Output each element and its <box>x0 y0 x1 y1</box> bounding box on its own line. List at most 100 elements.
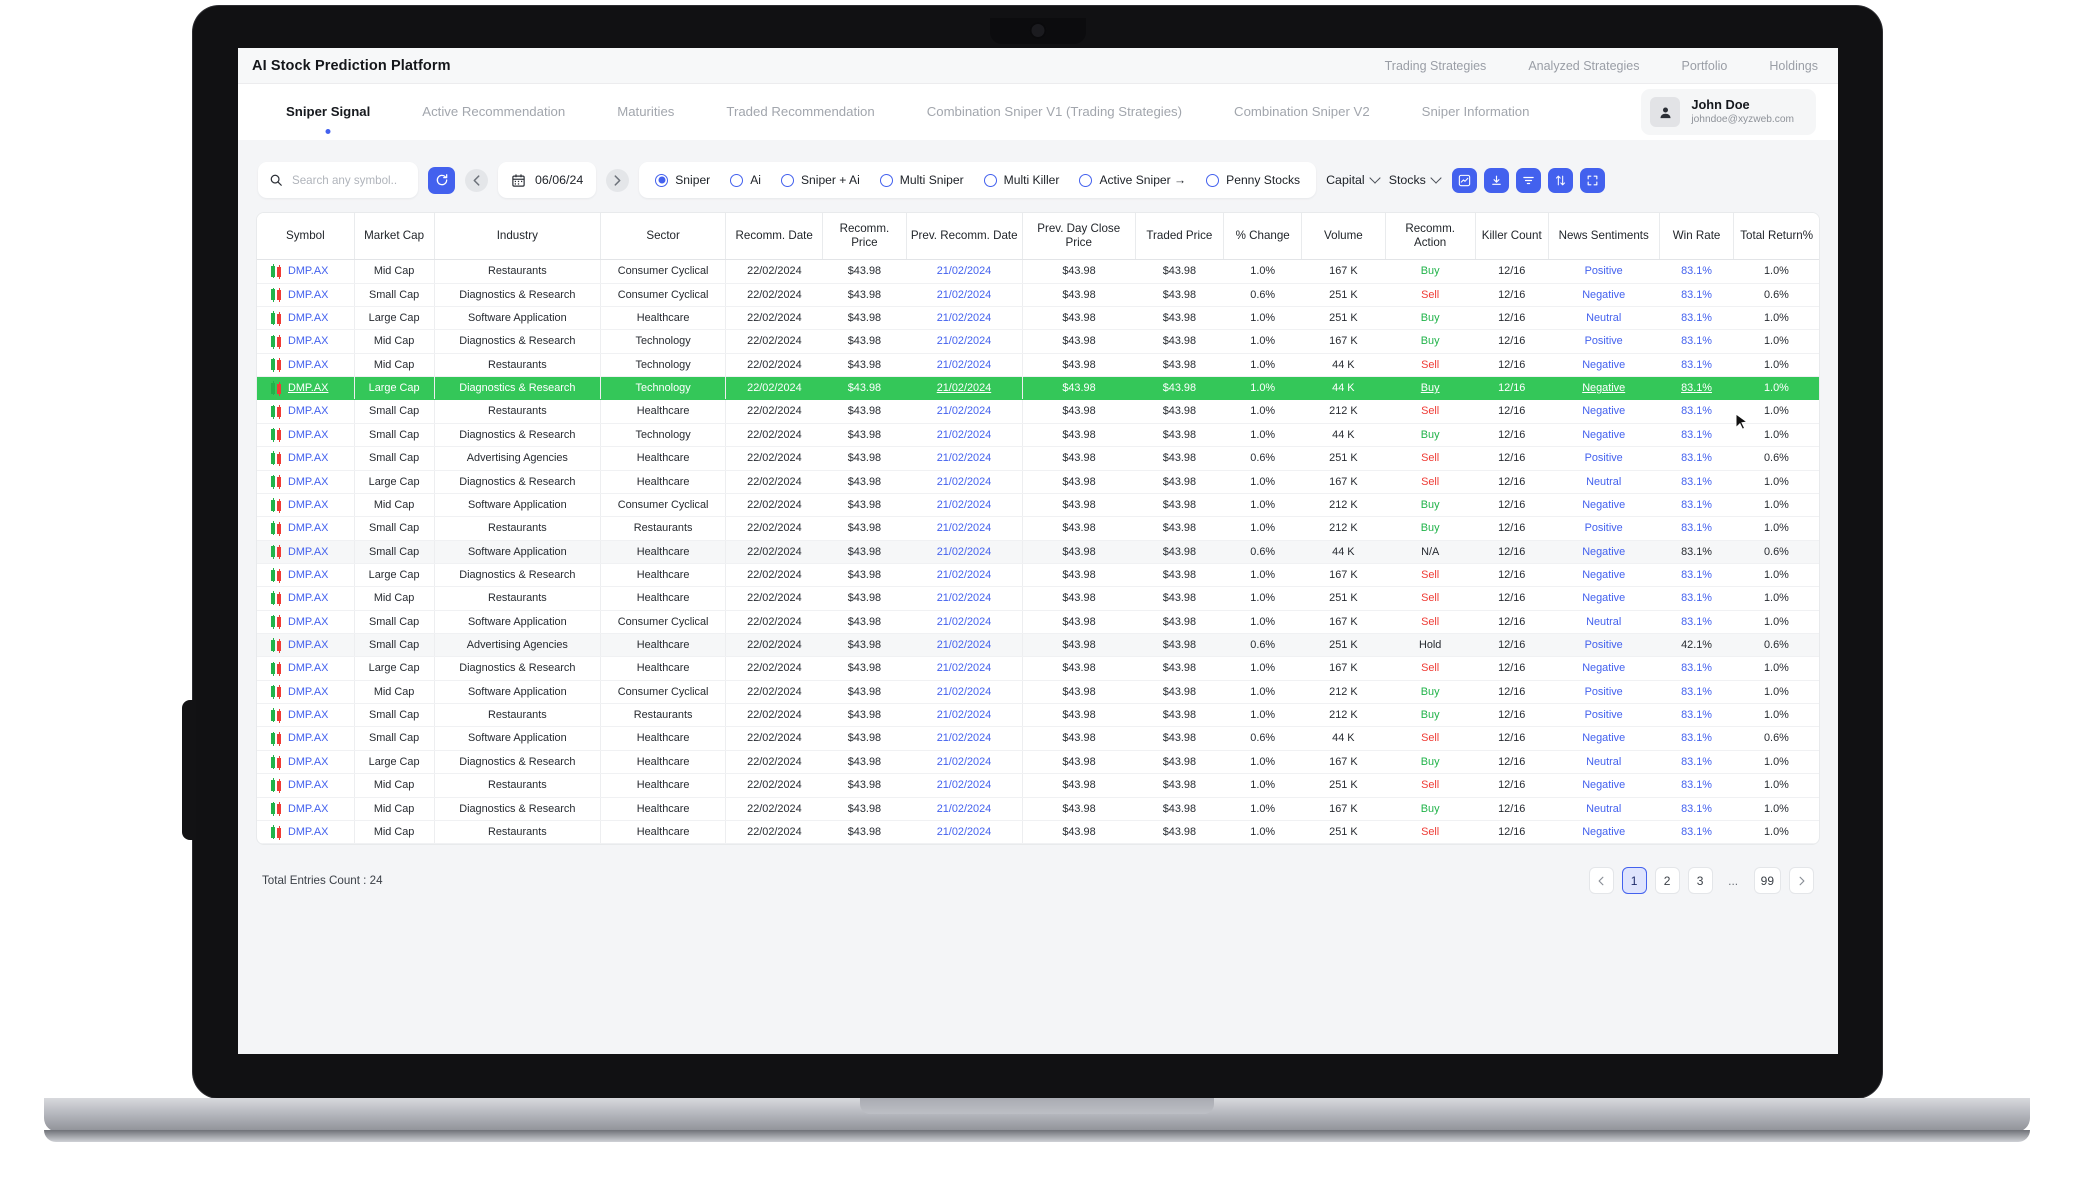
table-row[interactable]: DMP.AX Small Cap Software Application Healt… <box>257 540 1819 564</box>
pagination-next-button[interactable] <box>1789 867 1814 895</box>
chart-button[interactable] <box>1451 167 1477 193</box>
symbol-link[interactable]: DMP.AX <box>288 707 328 723</box>
filter-button[interactable] <box>1515 167 1541 193</box>
cell-symbol[interactable]: DMP.AX <box>257 797 355 821</box>
cell-prev-recomm-date[interactable]: 21/02/2024 <box>906 493 1023 518</box>
cell-symbol[interactable]: DMP.AX <box>257 329 355 354</box>
cell-news-sentiments[interactable]: Positive <box>1548 259 1660 284</box>
tab-combination-sniper-v2[interactable]: Combination Sniper V2 <box>1234 104 1370 121</box>
cell-symbol[interactable]: DMP.AX <box>257 820 355 845</box>
cell-prev-recomm-date[interactable]: 21/02/2024 <box>906 750 1023 775</box>
cell-symbol[interactable]: DMP.AX <box>257 773 355 798</box>
symbol-link[interactable]: DMP.AX <box>288 590 328 606</box>
table-row[interactable]: DMP.AX Small Cap Restaurants Healthcare 22/0… <box>257 399 1819 424</box>
column-header-total-return[interactable]: Total Return% <box>1733 213 1819 261</box>
table-row[interactable]: DMP.AX Small Cap Advertising Agencies Healt… <box>257 446 1819 471</box>
cell-news-sentiments[interactable]: Neutral <box>1548 306 1660 331</box>
column-header-traded-price[interactable]: Traded Price <box>1135 213 1225 261</box>
cell-prev-recomm-date[interactable]: 21/02/2024 <box>906 703 1023 728</box>
radio-option-active-sniper[interactable]: Active Sniper → <box>1079 173 1186 187</box>
pagination-prev-button[interactable] <box>1588 867 1614 895</box>
cell-prev-recomm-date[interactable]: 21/02/2024 <box>906 610 1023 635</box>
download-button[interactable] <box>1483 167 1509 193</box>
symbol-link[interactable]: DMP.AX <box>288 357 328 373</box>
stocks-dropdown[interactable]: Stocks <box>1389 172 1442 187</box>
column-header-percent-change[interactable]: % Change <box>1223 213 1303 261</box>
symbol-link[interactable]: DMP.AX <box>288 614 328 630</box>
radio-option-sniper[interactable]: Sniper <box>655 173 710 187</box>
pagination-page-3[interactable]: 3 <box>1687 867 1713 895</box>
radio-option-multi-killer[interactable]: Multi Killer <box>983 173 1059 187</box>
table-row[interactable]: DMP.AX Mid Cap Diagnostics & Research Healt… <box>257 797 1819 821</box>
cell-news-sentiments[interactable]: Neutral <box>1548 750 1660 775</box>
column-header-symbol[interactable]: Symbol <box>257 213 355 261</box>
cell-symbol[interactable]: DMP.AX <box>257 446 355 471</box>
cell-prev-recomm-date[interactable]: 21/02/2024 <box>906 680 1023 705</box>
pagination-page-1[interactable]: 1 <box>1621 867 1647 895</box>
table-row[interactable]: DMP.AX Mid Cap Restaurants Healthcare 22/02/… <box>257 820 1819 845</box>
column-header-win-rate[interactable]: Win Rate <box>1659 213 1735 261</box>
next-date-button[interactable] <box>606 168 630 192</box>
cell-symbol[interactable]: DMP.AX <box>257 259 355 284</box>
cell-symbol[interactable]: DMP.AX <box>257 399 355 424</box>
header-link-portfolio[interactable]: Portfolio <box>1682 59 1728 73</box>
cell-news-sentiments[interactable]: Positive <box>1548 446 1660 471</box>
sort-button[interactable] <box>1547 167 1573 193</box>
table-row[interactable]: DMP.AX Small Cap Diagnostics & Research Tec… <box>257 423 1819 448</box>
table-row[interactable]: DMP.AX Small Cap Restaurants Restaurants 22/… <box>257 703 1819 728</box>
cell-prev-recomm-date[interactable]: 21/02/2024 <box>906 726 1023 751</box>
prev-date-button[interactable] <box>465 168 488 192</box>
column-header-news-sentiments[interactable]: News Sentiments <box>1548 213 1660 261</box>
cell-news-sentiments[interactable]: Positive <box>1548 680 1660 705</box>
column-header-recomm-action[interactable]: Recomm. Action <box>1385 213 1476 261</box>
cell-symbol[interactable]: DMP.AX <box>257 610 355 635</box>
cell-news-sentiments[interactable]: Negative <box>1548 283 1660 308</box>
table-row[interactable]: DMP.AX Mid Cap Restaurants Healthcare 22/02/… <box>257 773 1819 798</box>
cell-symbol[interactable]: DMP.AX <box>257 470 355 494</box>
cell-symbol[interactable]: DMP.AX <box>257 493 355 518</box>
cell-prev-recomm-date[interactable]: 21/02/2024 <box>906 820 1023 845</box>
cell-symbol[interactable]: DMP.AX <box>257 726 355 751</box>
table-row[interactable]: DMP.AX Large Cap Diagnostics & Research Hea… <box>257 470 1819 494</box>
symbol-link[interactable]: DMP.AX <box>288 497 328 513</box>
table-row[interactable]: DMP.AX Small Cap Restaurants Restaurants 22/… <box>257 516 1819 541</box>
tab-sniper-signal[interactable]: Sniper Signal <box>286 104 370 134</box>
capital-dropdown[interactable]: Capital <box>1326 172 1381 187</box>
cell-prev-recomm-date[interactable]: 21/02/2024 <box>906 470 1023 494</box>
symbol-link[interactable]: DMP.AX <box>288 730 328 746</box>
table-row[interactable]: DMP.AX Large Cap Software Application Healt… <box>257 306 1819 331</box>
cell-prev-recomm-date[interactable]: 21/02/2024 <box>906 563 1023 588</box>
cell-prev-recomm-date[interactable]: 21/02/2024 <box>906 540 1023 564</box>
cell-prev-recomm-date[interactable]: 21/02/2024 <box>906 633 1023 658</box>
column-header-prev-day-close-price[interactable]: Prev. Day Close Price <box>1022 213 1136 261</box>
cell-symbol[interactable]: DMP.AX <box>257 750 355 775</box>
radio-option-multi-sniper[interactable]: Multi Sniper <box>879 173 964 187</box>
cell-prev-recomm-date[interactable]: 21/02/2024 <box>906 446 1023 471</box>
symbol-link[interactable]: DMP.AX <box>288 824 328 840</box>
table-row[interactable]: DMP.AX Mid Cap Restaurants Consumer Cyclica… <box>257 259 1819 284</box>
cell-prev-recomm-date[interactable]: 21/02/2024 <box>906 329 1023 354</box>
cell-news-sentiments[interactable]: Negative <box>1548 586 1660 611</box>
symbol-link[interactable]: DMP.AX <box>288 310 328 326</box>
symbol-link[interactable]: DMP.AX <box>288 263 328 279</box>
table-row[interactable]: DMP.AX Large Cap Diagnostics & Research Hea… <box>257 750 1819 775</box>
cell-news-sentiments[interactable]: Negative <box>1548 656 1660 681</box>
cell-prev-recomm-date[interactable]: 21/02/2024 <box>906 353 1023 378</box>
symbol-link[interactable]: DMP.AX <box>288 754 328 770</box>
cell-prev-recomm-date[interactable]: 21/02/2024 <box>906 423 1023 448</box>
cell-symbol[interactable]: DMP.AX <box>257 306 355 331</box>
symbol-link[interactable]: DMP.AX <box>288 567 328 583</box>
column-header-sector[interactable]: Sector <box>600 213 727 261</box>
cell-news-sentiments[interactable]: Positive <box>1548 703 1660 728</box>
fullscreen-button[interactable] <box>1579 167 1605 193</box>
cell-news-sentiments[interactable]: Neutral <box>1548 797 1660 821</box>
table-row[interactable]: DMP.AX Small Cap Advertising Agencies Healt… <box>257 633 1819 658</box>
cell-news-sentiments[interactable]: Negative <box>1548 563 1660 588</box>
column-header-industry[interactable]: Industry <box>434 213 602 261</box>
header-link-analyzed-strategies[interactable]: Analyzed Strategies <box>1528 59 1639 73</box>
cell-news-sentiments[interactable]: Neutral <box>1548 470 1660 494</box>
cell-prev-recomm-date[interactable]: 21/02/2024 <box>906 376 1023 401</box>
cell-prev-recomm-date[interactable]: 21/02/2024 <box>906 399 1023 424</box>
cell-symbol[interactable]: DMP.AX <box>257 516 355 541</box>
radio-option-sniper-plus-ai[interactable]: Sniper + Ai <box>780 173 860 187</box>
